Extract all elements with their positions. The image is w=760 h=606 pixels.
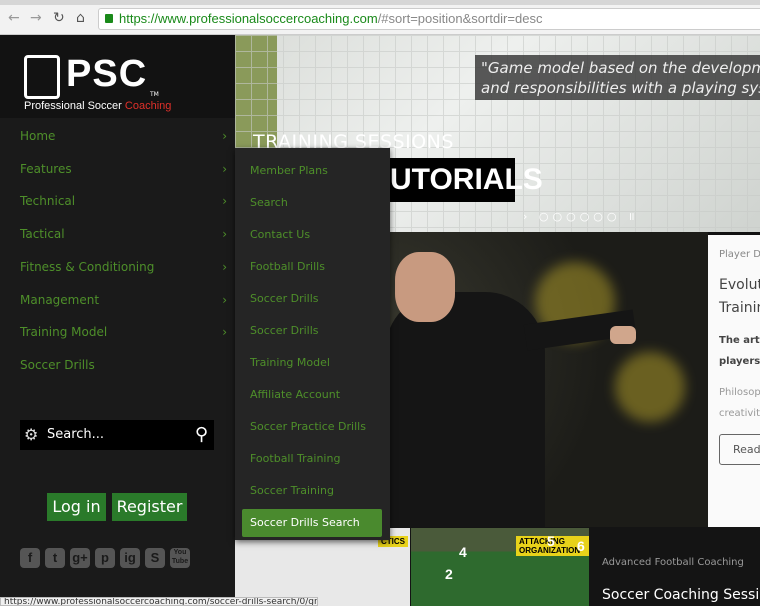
instagram-icon[interactable]: ig [120,548,140,568]
read-more-button[interactable]: Read [719,434,760,465]
card-text: Philosopcreativity [719,387,760,419]
address-bar[interactable]: https://www.professionalsoccercoaching.c… [98,8,760,30]
sidebar: PSC TM Professional Soccer Coaching Home… [0,35,235,606]
sidebar-item-technical[interactable]: Technical › [0,185,235,217]
hero-quote: "Game model based on the developm and res… [475,55,760,100]
home-icon[interactable]: ⌂ [76,10,85,26]
sidebar-item-training-model[interactable]: Training Model › [0,316,235,348]
register-button[interactable]: Register [112,493,187,521]
chevron-right-icon: › [222,129,227,143]
status-bar-url: https://www.professionalsoccercoaching.c… [0,597,318,606]
clipboard-icon [24,55,60,99]
features-dropdown: Member Plans Search Contact Us Football Dri… [235,148,390,540]
sidebar-item-label: Soccer Drills [20,357,95,372]
hero-subtitle: UTORIALS [390,158,543,202]
search-placeholder: Search... [47,427,105,442]
sidebar-item-label: Technical [20,194,76,209]
logo-subtitle: Professional Soccer Coaching [24,100,172,112]
facebook-icon[interactable]: f [20,548,40,568]
sidebar-item-label: Features [20,161,72,176]
logo[interactable]: PSC TM Professional Soccer Coaching [0,35,235,118]
pinterest-icon[interactable]: p [95,548,115,568]
back-icon[interactable]: ← [8,10,20,26]
sidebar-item-label: Fitness & Conditioning [20,259,155,274]
chevron-right-icon: › [222,161,227,176]
card-lead: The art &players. [719,335,760,367]
chevron-right-icon: › [222,292,227,307]
dropdown-item-soccer-drills-search[interactable]: Soccer Drills Search [242,509,382,537]
url-host: https://www.professionalsoccercoaching.c… [119,11,378,26]
search-icon[interactable]: ⚲ [195,420,208,450]
logo-text: PSC [66,53,148,95]
sidebar-item-label: Management [20,292,100,307]
sidebar-item-label: Tactical [20,227,65,242]
dropdown-item-soccer-practice-drills[interactable]: Soccer Practice Drills [242,413,382,441]
chevron-right-icon: › [222,194,227,209]
youtube-icon[interactable]: You Tube [170,548,190,568]
dropdown-item-soccer-drills[interactable]: Soccer Drills [242,317,382,345]
card-category: Player De [719,249,760,260]
dropdown-item-member-plans[interactable]: Member Plans [242,157,382,185]
bottom-category: Advanced Football Coaching [602,557,744,568]
sidebar-item-soccer-drills[interactable]: Soccer Drills [0,349,235,381]
sidebar-item-fitness-conditioning[interactable]: Fitness & Conditioning › [0,251,235,283]
dropdown-item-football-training[interactable]: Football Training [242,445,382,473]
browser-toolbar: ← → ↻ ⌂ https://www.professionalsoccerco… [0,0,760,35]
dropdown-item-search[interactable]: Search [242,189,382,217]
slider-dots[interactable]: › ○○○○○○ ॥ [523,209,639,224]
sidebar-item-label: Training Model [20,325,108,340]
login-button[interactable]: Log in [47,493,106,521]
forward-icon[interactable]: → [30,10,42,26]
attacking-thumbnail[interactable]: ATTACKING ORGANIZATION 2 4 5 6 [411,528,589,606]
url-path: /#sort=position&sortdir=desc [377,11,543,26]
dropdown-item-soccer-training[interactable]: Soccer Training [242,477,382,505]
sidebar-item-home[interactable]: Home › [0,120,235,152]
search-input[interactable]: ⚙ Search... ⚲ [20,420,214,450]
twitter-icon[interactable]: t [45,548,65,568]
dropdown-item-contact-us[interactable]: Contact Us [242,221,382,249]
article-card: Player De EvolutTrainin The art &players… [708,235,760,527]
gear-icon[interactable]: ⚙ [24,420,38,450]
chevron-right-icon: › [222,227,227,242]
sidebar-item-label: Home [20,129,56,143]
google-plus-icon[interactable]: g+ [70,548,90,568]
skype-icon[interactable]: S [145,548,165,568]
dropdown-item-soccer-drills[interactable]: Soccer Drills [242,285,382,313]
dropdown-item-football-drills[interactable]: Football Drills [242,253,382,281]
trademark: TM [150,91,159,98]
dropdown-item-affiliate-account[interactable]: Affiliate Account [242,381,382,409]
reload-icon[interactable]: ↻ [53,10,65,26]
chevron-right-icon: › [222,325,227,340]
sidebar-item-features[interactable]: Features › [0,153,235,185]
chevron-right-icon: › [222,259,227,274]
bottom-title[interactable]: Soccer Coaching Sessio [602,587,760,603]
tab-strip [0,0,760,5]
sidebar-item-management[interactable]: Management › [0,284,235,316]
dropdown-item-training-model[interactable]: Training Model [242,349,382,377]
sidebar-item-tactical[interactable]: Tactical › [0,218,235,250]
card-title: EvolutTrainin [719,277,760,316]
lock-icon [105,14,113,23]
